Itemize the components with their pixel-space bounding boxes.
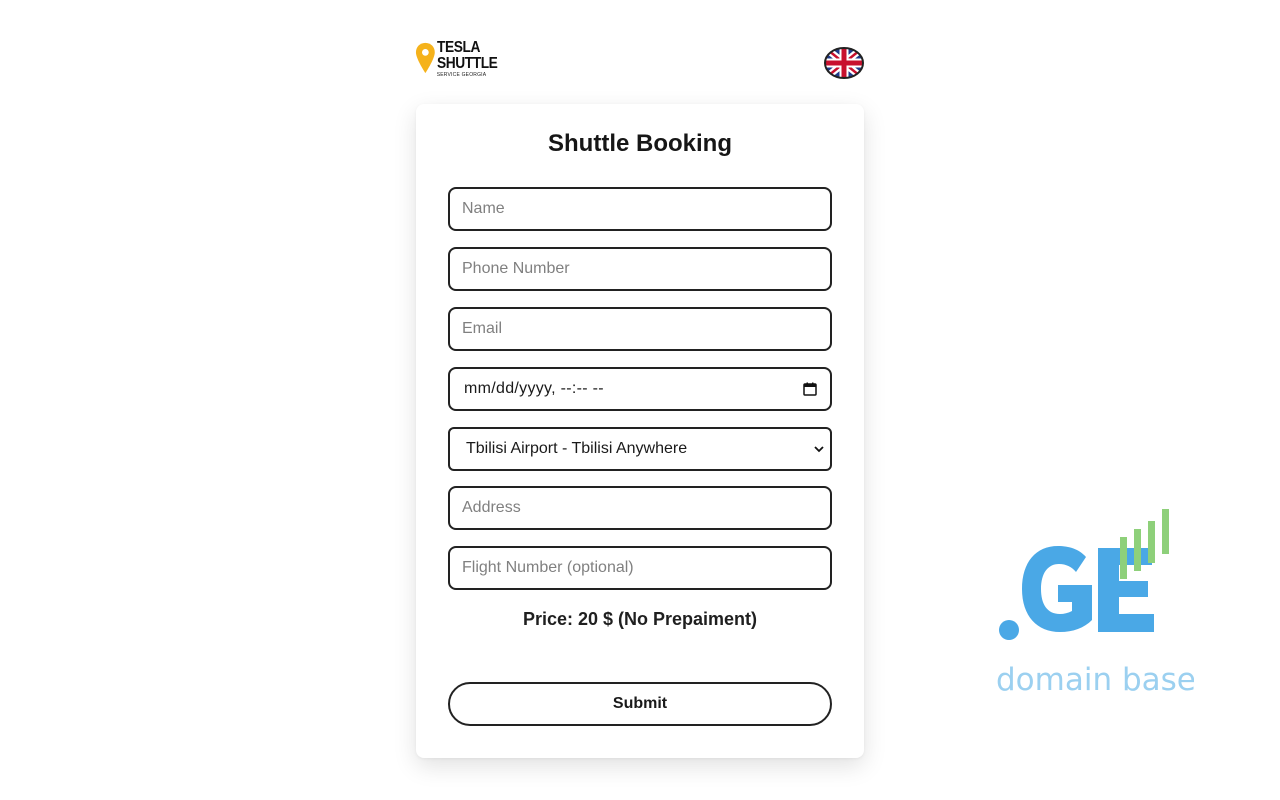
ge-dot [999,620,1019,640]
location-pin-icon [415,42,435,74]
chevron-down-icon [814,446,824,453]
tesla-shuttle-logo[interactable]: TESLA SHUTTLE SERVICE GEORGIA [415,40,507,86]
form-title: Shuttle Booking [548,130,732,157]
logo-tagline: SERVICE GEORGIA [436,72,487,78]
logo-line-1: TESLA [436,39,480,56]
logo-wordmark: TESLA SHUTTLE SERVICE GEORGIA [437,40,507,78]
name-input[interactable] [448,187,832,231]
price-text: Price: 20 $ (No Prepaiment) [522,609,758,629]
email-input[interactable] [448,307,832,351]
flight-number-input[interactable] [448,546,832,590]
ge-wordmark: domain base [996,662,1194,698]
submit-button[interactable]: Submit [448,682,832,726]
uk-flag-icon[interactable] [823,46,865,80]
ge-domain-base-badge[interactable]: domain base [994,505,1194,700]
route-select[interactable]: Tbilisi Airport - Tbilisi Anywhere [448,427,832,471]
datetime-input[interactable]: mm/dd/yyyy, --:-- -- [448,367,832,411]
address-input[interactable] [448,486,832,530]
route-selected-value: Tbilisi Airport - Tbilisi Anywhere [466,440,688,457]
logo-line-2: SHUTTLE [436,55,498,72]
phone-number-input[interactable] [448,247,832,291]
ge-growth-bars [1120,509,1169,579]
datetime-placeholder: mm/dd/yyyy, --:-- -- [464,380,604,397]
booking-form-card: Shuttle Booking mm/dd/yyyy, --:-- -- Tbi… [416,104,864,758]
page: TESLA SHUTTLE SERVICE GEORGIA Shuttle Bo… [0,0,1280,800]
ge-letter-g [1022,546,1092,632]
calendar-icon[interactable] [803,382,817,396]
